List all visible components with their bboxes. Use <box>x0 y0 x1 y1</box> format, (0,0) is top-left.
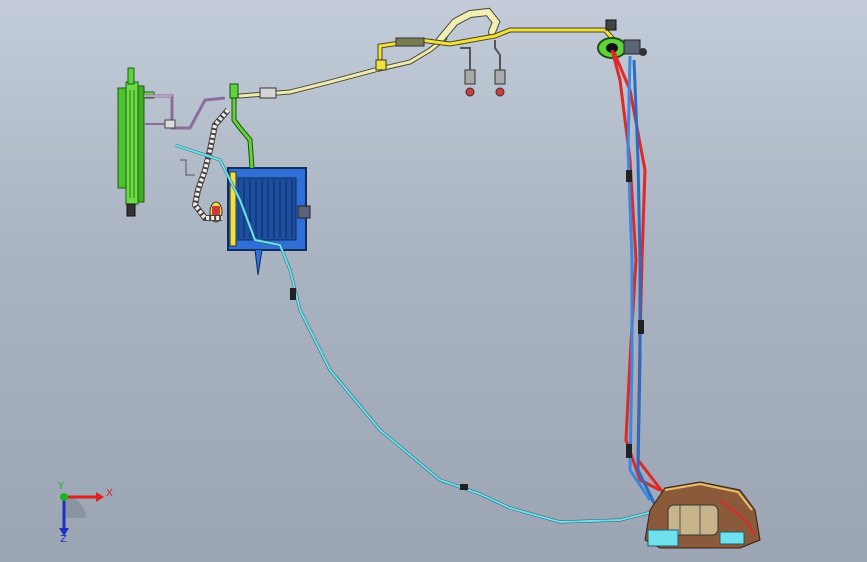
z-axis-label: Z <box>60 534 67 545</box>
compressor-assembly[interactable] <box>644 481 761 549</box>
hvac-piping-assembly: X Y Z <box>57 7 761 549</box>
hoses-vertical[interactable] <box>610 49 667 506</box>
y-axis-dot <box>60 493 68 501</box>
condenser-assembly[interactable] <box>117 67 155 217</box>
expansion-fitting[interactable] <box>597 37 647 59</box>
heater-core[interactable] <box>209 167 311 276</box>
x-axis-label: X <box>106 488 113 499</box>
axis-triad: X Y Z <box>57 481 113 545</box>
y-axis-label: Y <box>57 481 65 492</box>
cad-viewport[interactable]: X Y Z <box>0 0 867 562</box>
suction-pipe[interactable] <box>237 7 501 99</box>
